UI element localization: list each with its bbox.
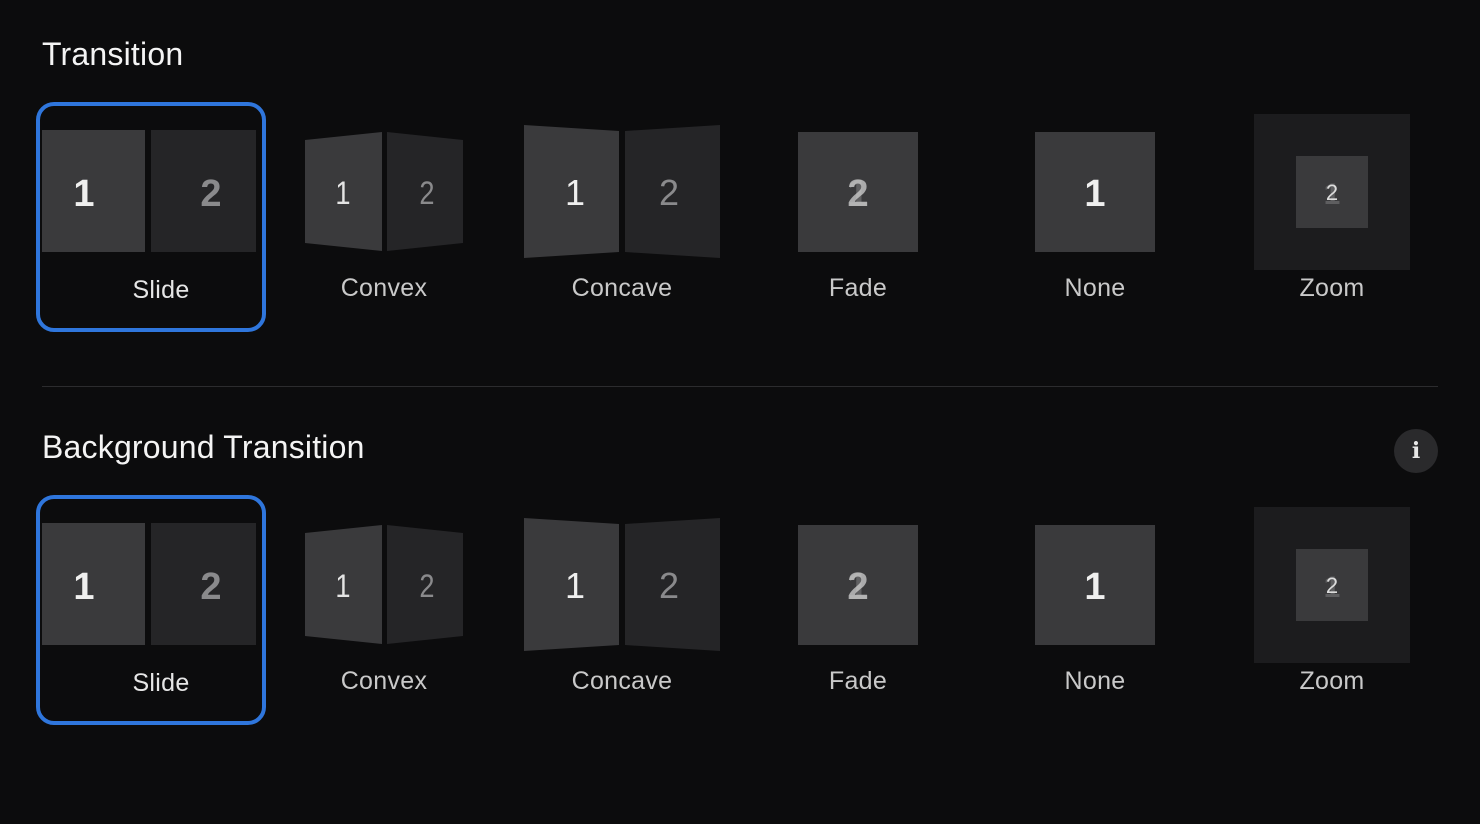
transition-option-concave[interactable]: 1 2 Concave [524,108,762,348]
concave-preview-icon: 1 2 [524,518,720,651]
page-1-number: 1 [565,172,585,213]
zoom-preview-icon: 1 2 [1254,507,1410,663]
background-transition-title: Background Transition [42,429,365,465]
option-label: Convex [340,274,428,302]
option-label: Concave [571,274,673,302]
info-button[interactable]: i [1394,429,1438,473]
option-label: Fade [828,667,888,695]
background-option-zoom[interactable]: 1 2 Zoom [1254,501,1480,741]
option-label: Slide [132,669,190,697]
convex-preview-icon: 1 2 [305,525,463,644]
transition-option-fade[interactable]: 1 2 Fade [797,108,1035,348]
page-2-number: 2 [1326,180,1338,205]
concave-preview-icon: 1 2 [524,125,720,258]
option-label: None [1064,274,1126,302]
page-1-number: 1 [1084,566,1105,608]
slide-preview-icon: 1 2 [42,130,256,252]
background-option-concave[interactable]: 1 2 Concave [524,501,762,741]
fade-preview-icon: 1 2 [798,525,918,645]
page-2-number: 2 [847,566,868,608]
background-option-convex[interactable]: 1 2 Convex [305,501,543,741]
section-divider [42,386,1438,387]
page-2-number: 2 [659,172,679,213]
option-label: Fade [828,274,888,302]
background-option-none[interactable]: 1 None [1034,501,1272,741]
transition-option-convex[interactable]: 1 2 Convex [305,108,543,348]
page-2-number: 2 [419,176,434,212]
page-2-number: 2 [200,566,221,608]
none-preview-icon: 1 [1035,132,1155,252]
option-label: None [1064,667,1126,695]
background-option-fade[interactable]: 1 2 Fade [797,501,1035,741]
zoom-preview-icon: 1 2 [1254,114,1410,270]
page-1-number: 1 [335,176,350,212]
option-label: Zoom [1299,667,1365,695]
page-1-number: 1 [73,566,94,608]
page-2-number: 2 [200,173,221,215]
transition-option-slide[interactable]: 1 2 Slide [36,102,280,348]
page-1-number: 1 [565,565,585,606]
option-label: Convex [340,667,428,695]
option-label: Concave [571,667,673,695]
page-1-number: 1 [1084,173,1105,215]
page-2-number: 2 [419,569,434,605]
none-preview-icon: 1 [1035,525,1155,645]
transition-option-none[interactable]: 1 None [1034,108,1272,348]
page-1-number: 1 [73,173,94,215]
slide-preview-icon: 1 2 [42,523,256,645]
transition-option-zoom[interactable]: 1 2 Zoom [1254,108,1480,348]
transition-title: Transition [42,36,184,72]
fade-preview-icon: 1 2 [798,132,918,252]
page-1-number: 1 [335,569,350,605]
info-icon: i [1411,438,1421,464]
page-2-number: 2 [847,173,868,215]
option-label: Zoom [1299,274,1365,302]
convex-preview-icon: 1 2 [305,132,463,251]
page-2-number: 2 [1326,573,1338,598]
option-label: Slide [132,276,190,304]
background-option-slide[interactable]: 1 2 Slide [36,495,280,741]
page-2-number: 2 [659,565,679,606]
